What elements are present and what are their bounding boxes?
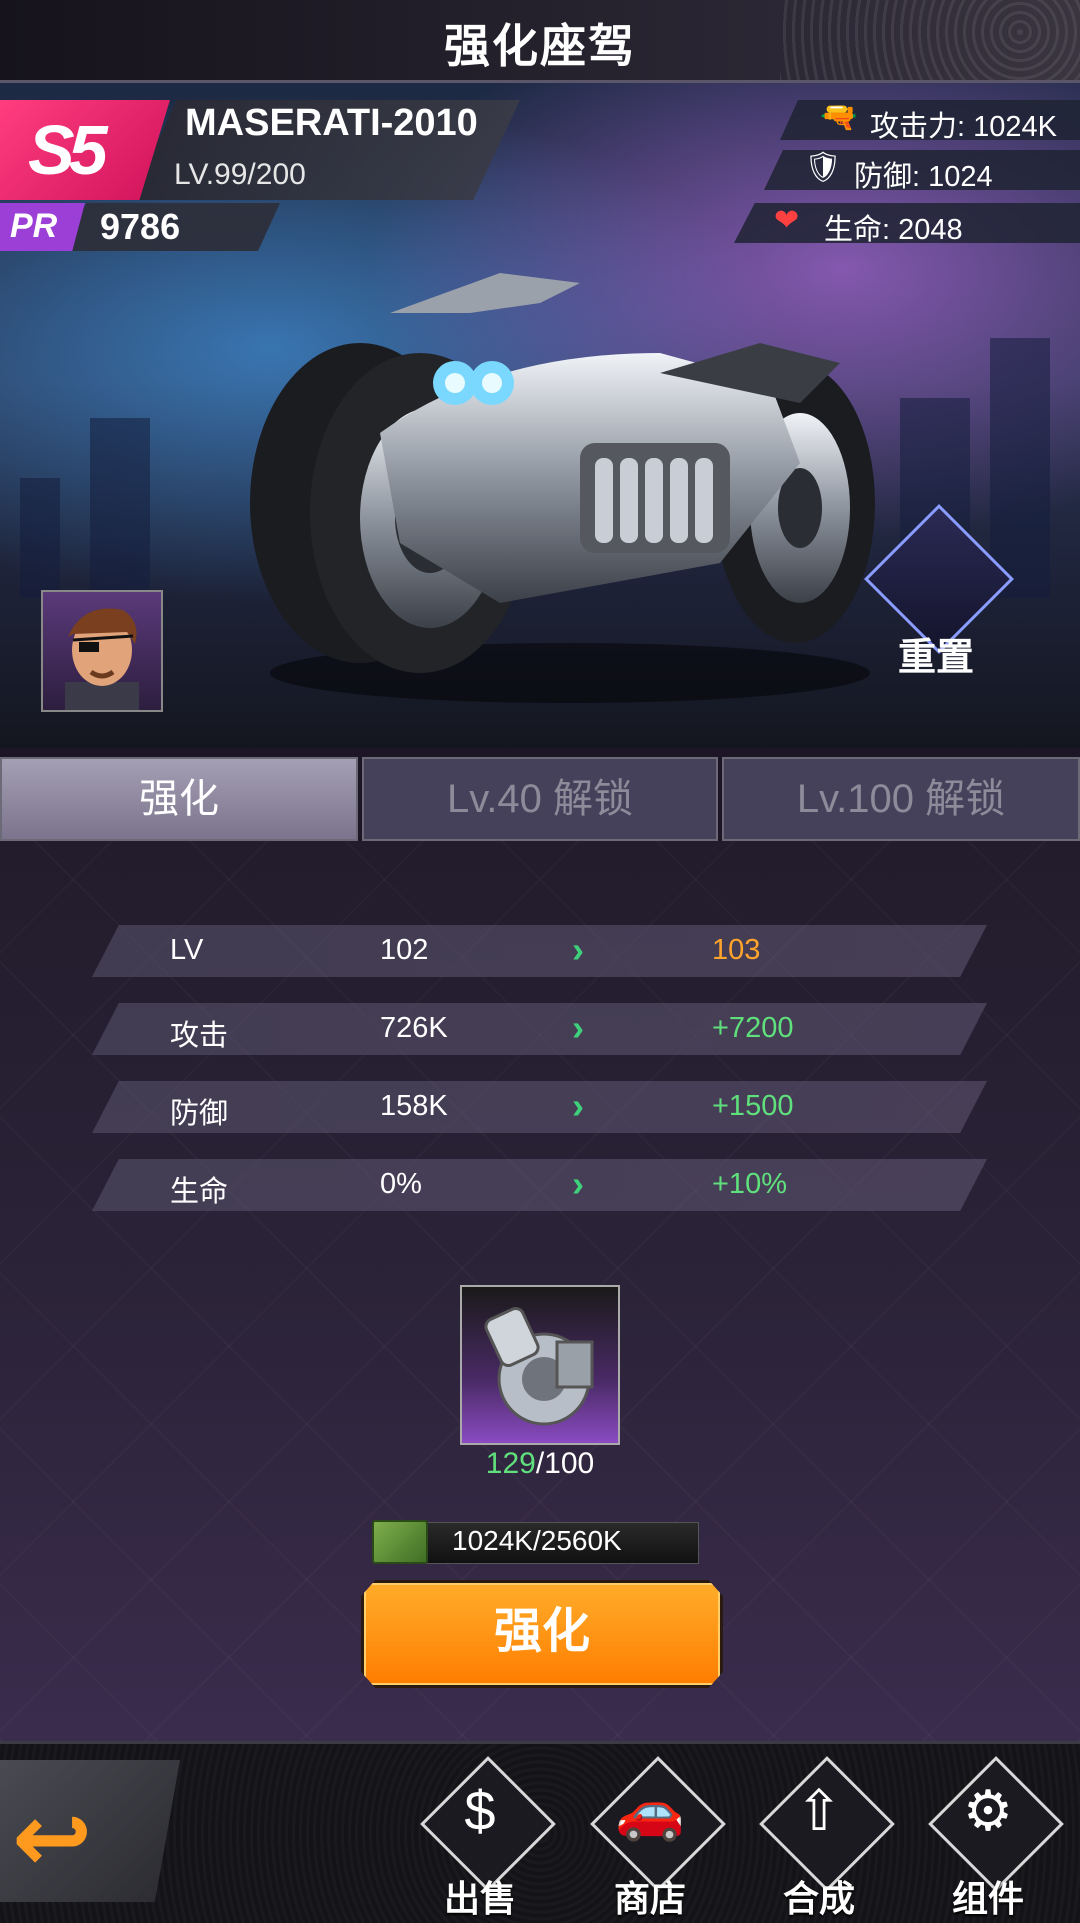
cash-icon xyxy=(372,1520,428,1564)
pr-label: PR xyxy=(10,207,58,245)
material-count: 129/100 xyxy=(440,1447,640,1481)
city-building xyxy=(20,478,60,598)
nav-label: 组件 xyxy=(951,1878,1024,1919)
upgrade-row-lv: LV 102 › 103 xyxy=(92,925,987,977)
motorcycle-image xyxy=(250,273,875,703)
nav-parts[interactable]: ⚙ 组件 xyxy=(913,1756,1064,1919)
sell-icon: $ xyxy=(464,1779,496,1842)
upgrade-row-attack: 攻击 726K › +7200 xyxy=(92,1003,987,1055)
material-slot[interactable] xyxy=(460,1285,620,1445)
upgrade-next: +10% xyxy=(712,1168,787,1200)
stat-attack-text: 攻击力: 1024K xyxy=(870,111,1057,143)
stat-defense-text: 防御: 1024 xyxy=(854,161,993,193)
arrow-right-icon: › xyxy=(572,1085,584,1126)
stat-life-text: 生命: 2048 xyxy=(824,214,963,246)
driver-avatar[interactable] xyxy=(41,590,163,712)
cost-text: 1024K/2560K xyxy=(452,1525,622,1556)
upgrade-next: +1500 xyxy=(712,1090,794,1122)
nav-label: 商店 xyxy=(613,1878,686,1919)
upgrade-label: 防御 xyxy=(170,1098,229,1130)
combine-icon: ⇧ xyxy=(795,1779,843,1842)
upgrade-current: 726K xyxy=(380,1012,448,1044)
nav-shop[interactable]: 🚗 商店 xyxy=(575,1756,726,1919)
material-have: 129 xyxy=(485,1447,536,1480)
upgrade-label: 攻击 xyxy=(170,1020,229,1052)
vehicle-level: LV.99/200 xyxy=(174,158,306,191)
power-rating-value: 9786 xyxy=(100,206,181,247)
upgrade-row-defense: 防御 158K › +1500 xyxy=(92,1081,987,1133)
arrow-right-icon: › xyxy=(572,1007,584,1048)
heart-icon: ❤ xyxy=(774,204,800,237)
tab-enhance[interactable]: 强化 xyxy=(0,757,358,841)
stat-life: ❤ 生命: 2048 xyxy=(734,203,1080,243)
back-arrow-icon[interactable]: ↩ xyxy=(12,1782,92,1894)
shop-icon: 🚗 xyxy=(615,1779,685,1842)
pr-badge: PR xyxy=(0,203,85,251)
stat-defense: 🛡 防御: 1024 xyxy=(764,150,1080,190)
shield-icon: 🛡 xyxy=(804,151,843,184)
pistol-icon: 🔫 xyxy=(820,101,858,134)
upgrade-label: 生命 xyxy=(170,1176,229,1208)
arrow-right-icon: › xyxy=(572,1163,584,1204)
city-building xyxy=(990,338,1050,598)
driver-portrait-icon xyxy=(65,608,139,710)
page-title: 强化座驾 xyxy=(444,20,636,72)
upgrade-current: 0% xyxy=(380,1168,422,1200)
nav-label: 合成 xyxy=(782,1878,855,1919)
nav-combine[interactable]: ⇧ 合成 xyxy=(744,1756,895,1919)
upgrade-next: +7200 xyxy=(712,1012,794,1044)
vehicle-name: MASERATI-2010 xyxy=(185,102,478,144)
stat-attack: 🔫 攻击力: 1024K xyxy=(780,100,1080,140)
upgrade-current: 158K xyxy=(380,1090,448,1122)
reset-button-label[interactable]: 重置 xyxy=(876,626,996,681)
nav-label: 出售 xyxy=(443,1878,516,1919)
upgrade-next: 103 xyxy=(712,934,761,966)
arrow-right-icon: › xyxy=(572,929,584,970)
material-need: /100 xyxy=(535,1447,595,1480)
upgrade-row-life: 生命 0% › +10% xyxy=(92,1159,987,1211)
city-building xyxy=(90,418,150,598)
upgrade-current: 102 xyxy=(380,934,429,966)
rank-text: S5 xyxy=(28,111,108,189)
tab-lv40-unlock[interactable]: Lv.40 解锁 xyxy=(362,757,718,841)
enhance-button[interactable]: 强化 xyxy=(361,1580,723,1688)
upgrade-label: LV xyxy=(170,934,204,966)
gear-icon: ⚙ xyxy=(962,1779,1014,1842)
turbocharger-icon xyxy=(484,1307,594,1426)
tab-lv100-unlock[interactable]: Lv.100 解锁 xyxy=(722,757,1080,841)
header-bar: 强化座驾 xyxy=(0,0,1080,83)
nav-sell[interactable]: $ 出售 xyxy=(405,1756,556,1919)
